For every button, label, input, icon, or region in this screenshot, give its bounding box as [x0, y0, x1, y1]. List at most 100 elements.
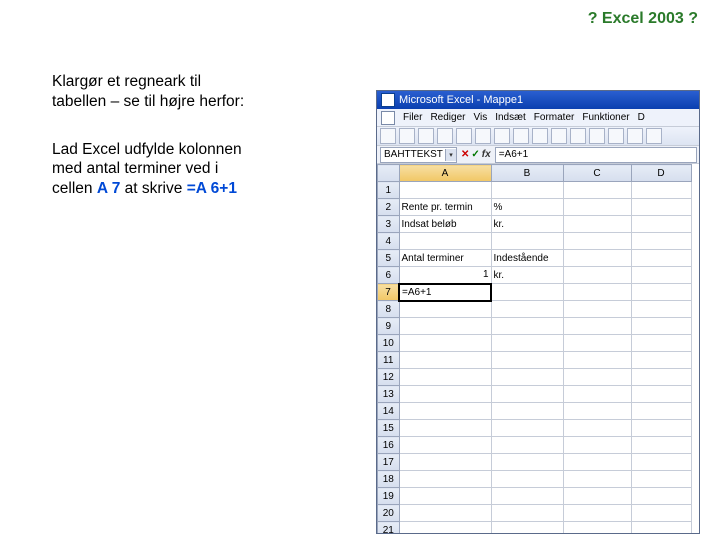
cell[interactable] [491, 352, 563, 369]
tool-copy-icon[interactable] [475, 128, 491, 144]
tool-sort-icon[interactable] [570, 128, 586, 144]
row-header[interactable]: 15 [378, 420, 400, 437]
menu-funktioner[interactable]: Funktioner [582, 112, 629, 123]
row-header[interactable]: 9 [378, 318, 400, 335]
cell[interactable] [563, 454, 631, 471]
row-header[interactable]: 6 [378, 267, 400, 284]
tool-sum-icon[interactable] [551, 128, 567, 144]
cell[interactable] [631, 284, 691, 301]
tool-more-icon[interactable] [646, 128, 662, 144]
menu-d[interactable]: D [638, 112, 645, 123]
row-header[interactable]: 21 [378, 522, 400, 535]
cell[interactable] [631, 369, 691, 386]
cell[interactable] [491, 386, 563, 403]
cell[interactable] [631, 250, 691, 267]
cell[interactable]: kr. [491, 267, 563, 284]
cell[interactable] [631, 505, 691, 522]
cell[interactable] [399, 471, 491, 488]
tool-cut-icon[interactable] [456, 128, 472, 144]
cell[interactable] [563, 284, 631, 301]
cell[interactable] [399, 335, 491, 352]
cell[interactable] [563, 318, 631, 335]
cell[interactable] [491, 471, 563, 488]
tool-zoom-icon[interactable] [608, 128, 624, 144]
cell[interactable] [563, 403, 631, 420]
row-header[interactable]: 12 [378, 369, 400, 386]
row-header[interactable]: 10 [378, 335, 400, 352]
chevron-down-icon[interactable]: ▾ [445, 149, 456, 161]
cell[interactable] [631, 267, 691, 284]
cell[interactable] [631, 437, 691, 454]
cell[interactable]: Rente pr. termin [399, 199, 491, 216]
row-header[interactable]: 20 [378, 505, 400, 522]
row-header[interactable]: 17 [378, 454, 400, 471]
cell[interactable] [491, 318, 563, 335]
cell[interactable] [631, 471, 691, 488]
cell[interactable]: =A6+1 [399, 284, 491, 301]
cell[interactable] [399, 522, 491, 535]
cell[interactable] [399, 437, 491, 454]
cell[interactable] [491, 284, 563, 301]
cell[interactable] [399, 488, 491, 505]
cell[interactable] [491, 488, 563, 505]
cell[interactable] [563, 522, 631, 535]
row-header[interactable]: 7 [378, 284, 400, 301]
row-header[interactable]: 19 [378, 488, 400, 505]
col-header-c[interactable]: C [563, 165, 631, 182]
fx-icon[interactable]: fx [482, 149, 491, 160]
cell[interactable] [563, 301, 631, 318]
cell[interactable] [631, 386, 691, 403]
tool-paste-icon[interactable] [494, 128, 510, 144]
tool-undo-icon[interactable] [513, 128, 529, 144]
cell[interactable] [631, 318, 691, 335]
cell[interactable] [563, 386, 631, 403]
cell[interactable] [491, 420, 563, 437]
cell[interactable] [631, 522, 691, 535]
cell[interactable] [631, 352, 691, 369]
cancel-icon[interactable]: ✕ [461, 149, 469, 160]
formula-input[interactable]: =A6+1 [495, 147, 697, 163]
cell[interactable] [399, 420, 491, 437]
row-header[interactable]: 18 [378, 471, 400, 488]
col-header-b[interactable]: B [491, 165, 563, 182]
cell[interactable] [563, 420, 631, 437]
cell[interactable] [631, 301, 691, 318]
cell[interactable] [563, 199, 631, 216]
tool-new-icon[interactable] [380, 128, 396, 144]
cell[interactable] [399, 505, 491, 522]
row-header[interactable]: 5 [378, 250, 400, 267]
cell[interactable] [631, 199, 691, 216]
cell[interactable] [491, 403, 563, 420]
cell[interactable] [399, 386, 491, 403]
row-header[interactable]: 2 [378, 199, 400, 216]
row-header[interactable]: 3 [378, 216, 400, 233]
row-header[interactable]: 11 [378, 352, 400, 369]
cell[interactable] [491, 454, 563, 471]
cell[interactable] [563, 437, 631, 454]
cell[interactable] [491, 437, 563, 454]
cell[interactable] [563, 471, 631, 488]
tool-redo-icon[interactable] [532, 128, 548, 144]
cell[interactable] [491, 182, 563, 199]
menu-vis[interactable]: Vis [473, 112, 487, 123]
cell[interactable]: % [491, 199, 563, 216]
cell[interactable] [631, 420, 691, 437]
cell[interactable] [563, 182, 631, 199]
cell[interactable] [399, 233, 491, 250]
tool-help-icon[interactable] [627, 128, 643, 144]
row-header[interactable]: 16 [378, 437, 400, 454]
cell[interactable] [399, 318, 491, 335]
select-all-corner[interactable] [378, 165, 400, 182]
cell[interactable] [631, 233, 691, 250]
cell[interactable] [563, 352, 631, 369]
menu-formater[interactable]: Formater [534, 112, 575, 123]
row-header[interactable]: 8 [378, 301, 400, 318]
cell[interactable] [563, 250, 631, 267]
tool-open-icon[interactable] [399, 128, 415, 144]
cell[interactable] [631, 216, 691, 233]
cell[interactable]: 1 [399, 267, 491, 284]
cell[interactable] [491, 505, 563, 522]
cell[interactable] [563, 505, 631, 522]
cell[interactable] [399, 403, 491, 420]
tool-print-icon[interactable] [437, 128, 453, 144]
